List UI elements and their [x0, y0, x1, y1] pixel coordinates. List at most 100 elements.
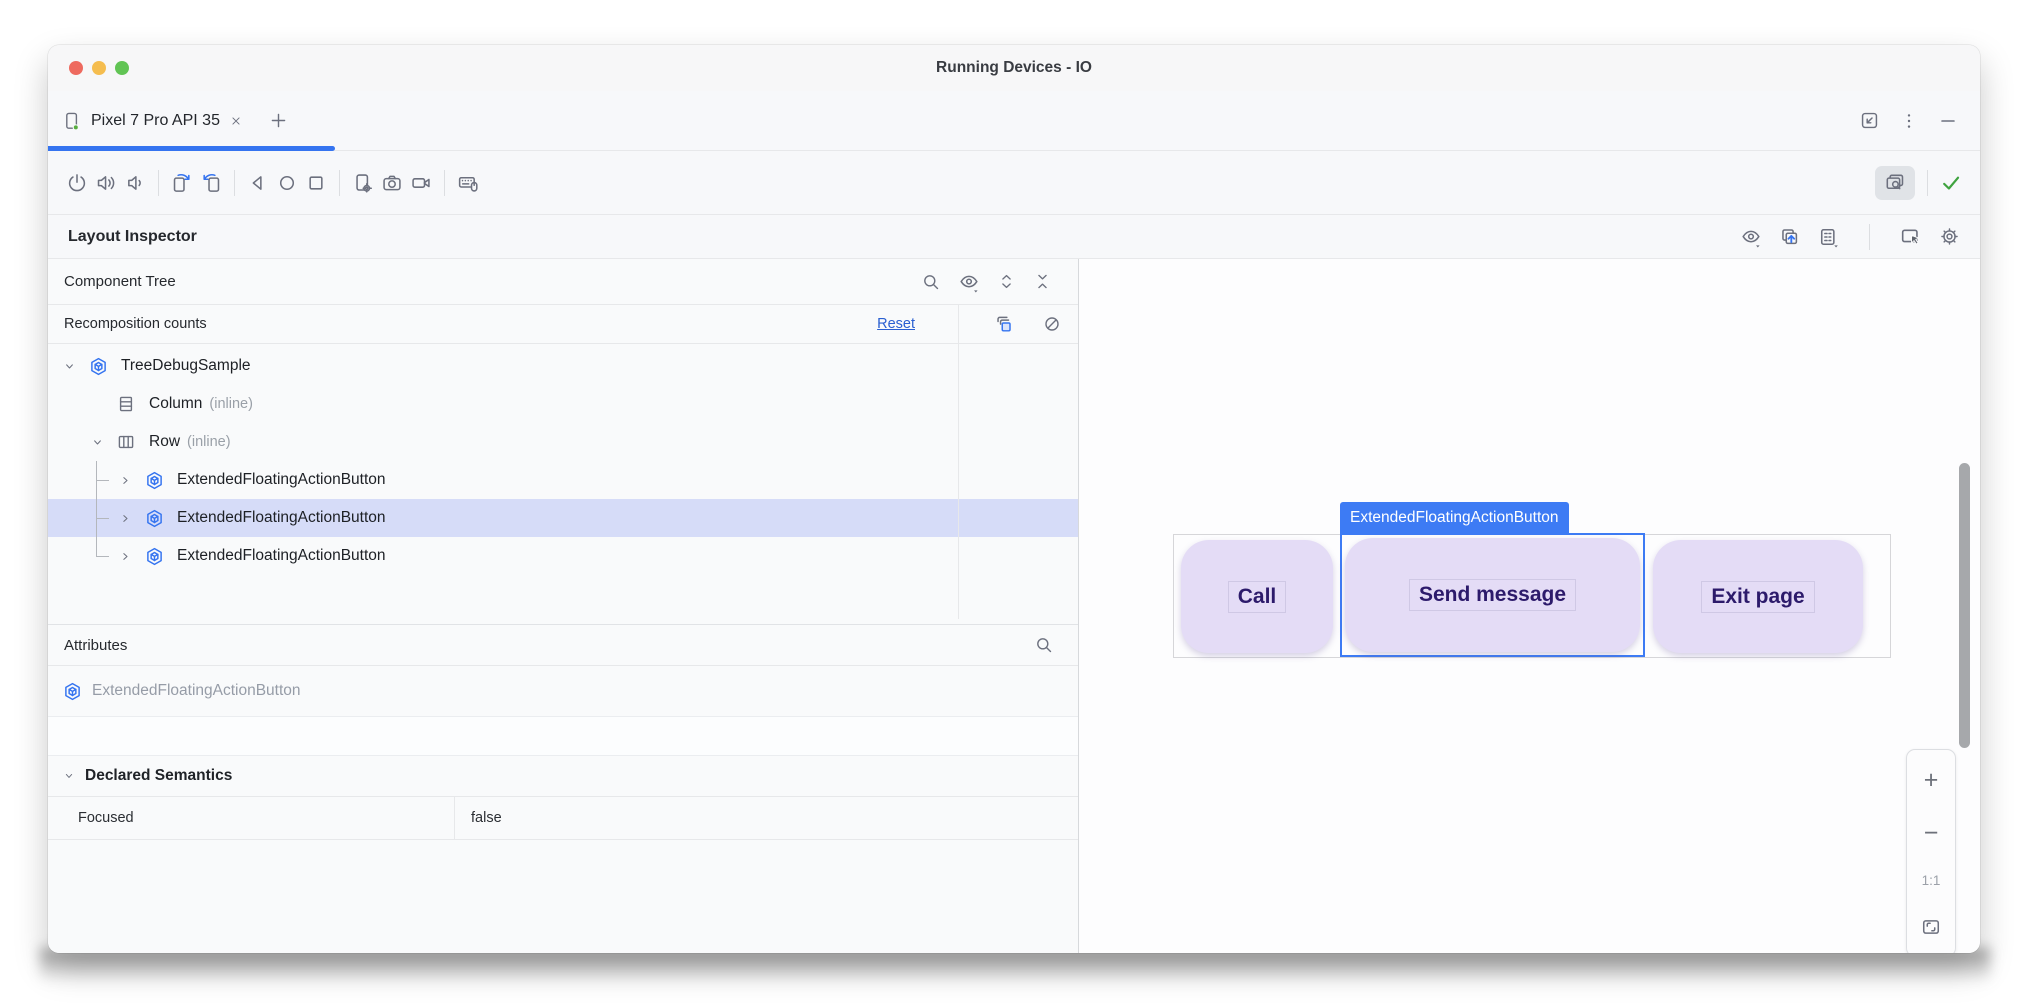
tree-row-extendedfloatingactionbutton[interactable]: ExtendedFloatingActionButton [48, 537, 1078, 575]
compose-node-icon [62, 681, 83, 702]
tree-indent [60, 537, 88, 575]
fab-exit-page[interactable]: Exit page [1653, 540, 1863, 653]
rotate-left-icon[interactable] [171, 172, 193, 194]
component-tree: TreeDebugSampleColumn(inline)Row(inline)… [48, 344, 1078, 624]
recomposition-copy-icon[interactable] [993, 314, 1014, 335]
traffic-lights [48, 61, 129, 75]
kebab-menu-icon[interactable] [1899, 111, 1919, 131]
tree-node-suffix: (inline) [209, 396, 253, 412]
chevron-right-icon[interactable] [116, 511, 144, 526]
eye-dropdown-icon[interactable] [958, 271, 980, 293]
device-controls [66, 170, 479, 196]
compose-node-icon [144, 546, 168, 567]
attribute-value: false [455, 797, 1078, 839]
close-tab-icon[interactable] [229, 114, 243, 128]
eye-dropdown-icon[interactable] [1740, 226, 1762, 248]
phone-device-icon [62, 111, 82, 131]
screen-record-icon[interactable] [410, 172, 432, 194]
chevron-right-icon[interactable] [116, 549, 144, 564]
close-window-button[interactable] [69, 61, 83, 75]
zoom-window-button[interactable] [115, 61, 129, 75]
tree-indent [60, 423, 88, 461]
layout-inspector-header: Layout Inspector [48, 215, 1980, 259]
zoom-in-button[interactable]: + [1924, 768, 1939, 793]
power-icon[interactable] [66, 172, 88, 194]
collapse-all-icon[interactable] [1033, 272, 1052, 291]
expand-all-icon[interactable] [997, 272, 1016, 291]
fab-label: Exit page [1701, 581, 1814, 613]
layout-inspector-toggle-button[interactable] [1875, 166, 1915, 200]
confirm-check-icon[interactable] [1940, 172, 1962, 194]
reset-counts-link[interactable]: Reset [877, 316, 915, 332]
zoom-fit-icon[interactable] [1920, 916, 1942, 938]
disable-counts-icon[interactable] [1042, 314, 1062, 334]
overview-icon[interactable] [305, 172, 327, 194]
chevron-down-icon[interactable] [88, 435, 116, 450]
tree-row-row[interactable]: Row(inline) [48, 423, 1078, 461]
rotate-right-icon[interactable] [200, 172, 222, 194]
hardware-input-icon[interactable] [457, 172, 479, 194]
layout-inspector-actions [1740, 224, 1960, 250]
dock-window-icon[interactable] [1859, 110, 1880, 131]
tree-row-extendedfloatingactionbutton[interactable]: ExtendedFloatingActionButton [48, 499, 1078, 537]
component-tree-actions [921, 271, 1062, 293]
recomposition-counts-row: Recomposition counts Reset [48, 305, 1078, 344]
fab-label: Send message [1409, 579, 1576, 611]
toolbar-right [1875, 166, 1962, 200]
tree-node-label: ExtendedFloatingActionButton [177, 547, 386, 565]
volume-down-icon[interactable] [124, 172, 146, 194]
minimize-icon[interactable] [1938, 111, 1958, 131]
screenshot-icon[interactable] [381, 172, 403, 194]
tree-row-extendedfloatingactionbutton[interactable]: ExtendedFloatingActionButton [48, 461, 1078, 499]
chevron-down-icon[interactable] [60, 359, 88, 374]
attributes-search-icon[interactable] [1034, 635, 1062, 655]
tree-node-label: Row [149, 433, 180, 451]
device-tab-bar: Pixel 7 Pro API 35 [48, 91, 1980, 151]
tree-node-label: ExtendedFloatingActionButton [177, 509, 386, 527]
tab-pixel-7-pro[interactable]: Pixel 7 Pro API 35 [62, 111, 243, 131]
toolbar-separator [234, 170, 235, 196]
toolbar-separator [1869, 224, 1870, 250]
settings-gear-icon[interactable] [1939, 226, 1960, 247]
device-render-panel: ExtendedFloatingActionButton Call Send me… [1079, 259, 1980, 953]
recomposition-counts-label: Recomposition counts [64, 316, 207, 332]
fab-send-message[interactable]: Send message [1345, 538, 1640, 652]
fab-label: Call [1228, 581, 1287, 613]
toolbar-group [352, 172, 432, 194]
chevron-down-icon [62, 769, 76, 783]
running-devices-window: Running Devices - IO Pixel 7 Pro API 35 [48, 45, 1980, 953]
new-tab-button[interactable] [269, 111, 288, 130]
back-icon[interactable] [247, 172, 269, 194]
layout-inspector-title: Layout Inspector [68, 228, 197, 246]
volume-up-icon[interactable] [95, 172, 117, 194]
tree-options-icon[interactable] [1818, 226, 1840, 248]
process-picker-icon[interactable] [1779, 226, 1801, 248]
select-component-icon[interactable] [1899, 225, 1922, 248]
tree-row-column[interactable]: Column(inline) [48, 385, 1078, 423]
device-settings-icon[interactable] [352, 172, 374, 194]
fab-call[interactable]: Call [1181, 540, 1333, 653]
tree-connector [88, 461, 116, 499]
selected-component-row: ExtendedFloatingActionButton [48, 666, 1078, 717]
toolbar-separator [339, 170, 340, 196]
declared-semantics-header[interactable]: Declared Semantics [48, 755, 1078, 796]
chevron-right-icon[interactable] [116, 473, 144, 488]
attributes-title: Attributes [64, 637, 127, 654]
tree-indent [60, 499, 88, 537]
attribute-name: Focused [48, 797, 455, 839]
home-icon[interactable] [276, 172, 298, 194]
component-tree-header: Component Tree [48, 259, 1078, 305]
active-tab-indicator [48, 146, 335, 151]
minimize-window-button[interactable] [92, 61, 106, 75]
inspector-toggle-icon [1884, 172, 1906, 194]
zoom-actual-button[interactable]: 1:1 [1922, 873, 1941, 888]
tree-row-treedebugsample[interactable]: TreeDebugSample [48, 347, 1078, 385]
component-tree-title: Component Tree [64, 273, 176, 290]
toolbar-separator [444, 170, 445, 196]
vertical-scrollbar[interactable] [1959, 463, 1970, 748]
tree-node-label: TreeDebugSample [121, 357, 251, 375]
search-icon[interactable] [921, 272, 941, 292]
selection-badge: ExtendedFloatingActionButton [1340, 502, 1569, 534]
zoom-out-button[interactable]: − [1924, 821, 1939, 846]
window-title: Running Devices - IO [48, 59, 1980, 77]
